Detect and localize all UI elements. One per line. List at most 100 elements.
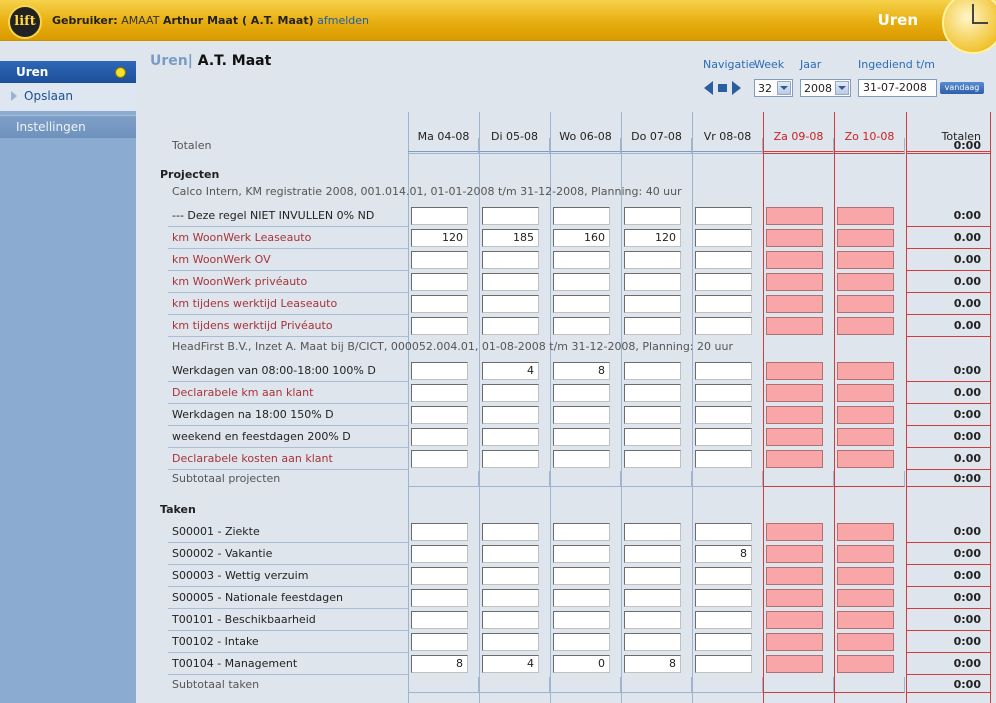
hours-input[interactable] [553,567,610,585]
hours-input[interactable] [624,589,681,607]
hours-input[interactable] [624,523,681,541]
hours-input[interactable]: 4 [482,655,539,673]
hours-input[interactable] [695,384,752,402]
hours-input[interactable] [695,362,752,380]
hours-input[interactable] [553,406,610,424]
hours-input[interactable] [695,273,752,291]
hours-input[interactable] [766,317,823,335]
hours-input[interactable] [411,317,468,335]
hours-input[interactable] [695,295,752,313]
hours-input[interactable] [837,523,894,541]
current-week-icon[interactable] [718,84,727,92]
hours-input[interactable]: 8 [624,655,681,673]
hours-input[interactable] [624,428,681,446]
hours-input[interactable] [553,523,610,541]
hours-input[interactable] [624,545,681,563]
hours-input[interactable]: 0 [553,655,610,673]
hours-input[interactable] [766,384,823,402]
hours-input[interactable] [837,317,894,335]
today-button[interactable]: vandaag [940,82,984,94]
hours-input[interactable] [553,545,610,563]
hours-input[interactable] [482,273,539,291]
hours-input[interactable] [695,450,752,468]
hours-input[interactable] [837,406,894,424]
hours-input[interactable] [411,273,468,291]
hours-input[interactable] [624,207,681,225]
hours-input[interactable] [695,207,752,225]
hours-input[interactable] [482,295,539,313]
hours-input[interactable] [482,317,539,335]
hours-input[interactable] [695,655,752,673]
hours-input[interactable] [837,362,894,380]
next-week-icon[interactable] [732,81,741,95]
hours-input[interactable] [766,589,823,607]
hours-input[interactable] [411,633,468,651]
hours-input[interactable] [766,567,823,585]
hours-input[interactable]: 185 [482,229,539,247]
hours-input[interactable]: 8 [553,362,610,380]
hours-input[interactable]: 120 [411,229,468,247]
hours-input[interactable] [411,545,468,563]
hours-input[interactable] [411,523,468,541]
hours-input[interactable] [553,295,610,313]
hours-input[interactable] [482,523,539,541]
hours-input[interactable] [411,450,468,468]
hours-input[interactable] [482,633,539,651]
hours-input[interactable] [411,611,468,629]
hours-input[interactable] [837,273,894,291]
hours-input[interactable] [695,589,752,607]
hours-input[interactable]: 4 [482,362,539,380]
hours-input[interactable] [766,295,823,313]
hours-input[interactable] [482,384,539,402]
year-select[interactable]: 2008 [800,79,851,97]
hours-input[interactable] [766,362,823,380]
hours-input[interactable] [624,611,681,629]
sidebar-item-opslaan[interactable]: Opslaan [0,83,136,111]
hours-input[interactable] [837,251,894,269]
hours-input[interactable] [766,229,823,247]
hours-input[interactable] [482,611,539,629]
hours-input[interactable] [411,428,468,446]
hours-input[interactable] [837,633,894,651]
hours-input[interactable] [695,428,752,446]
hours-input[interactable] [482,450,539,468]
hours-input[interactable] [695,567,752,585]
hours-input[interactable] [695,406,752,424]
hours-input[interactable] [482,207,539,225]
logout-link[interactable]: afmelden [317,14,369,27]
hours-input[interactable] [553,384,610,402]
hours-input[interactable] [553,428,610,446]
hours-input[interactable] [695,229,752,247]
prev-week-icon[interactable] [704,81,713,95]
hours-input[interactable] [624,406,681,424]
hours-input[interactable] [624,362,681,380]
hours-input[interactable] [766,611,823,629]
hours-input[interactable]: 8 [411,655,468,673]
hours-input[interactable] [482,406,539,424]
hours-input[interactable]: 8 [695,545,752,563]
hours-input[interactable]: 160 [553,229,610,247]
hours-input[interactable] [766,450,823,468]
hours-input[interactable] [411,567,468,585]
hours-input[interactable] [837,384,894,402]
hours-input[interactable] [695,317,752,335]
hours-input[interactable] [553,317,610,335]
hours-input[interactable] [553,207,610,225]
hours-input[interactable] [411,295,468,313]
hours-input[interactable] [411,384,468,402]
week-select[interactable]: 32 [754,79,793,97]
hours-input[interactable] [624,317,681,335]
hours-input[interactable] [695,633,752,651]
sidebar-item-instellingen[interactable]: Instellingen [0,115,136,138]
hours-input[interactable] [624,273,681,291]
hours-input[interactable] [553,251,610,269]
hours-input[interactable] [766,545,823,563]
hours-input[interactable] [837,545,894,563]
hours-input[interactable] [553,633,610,651]
hours-input[interactable] [837,450,894,468]
hours-input[interactable] [624,450,681,468]
hours-input[interactable] [411,207,468,225]
hours-input[interactable] [837,428,894,446]
hours-input[interactable] [482,589,539,607]
hours-input[interactable] [766,428,823,446]
